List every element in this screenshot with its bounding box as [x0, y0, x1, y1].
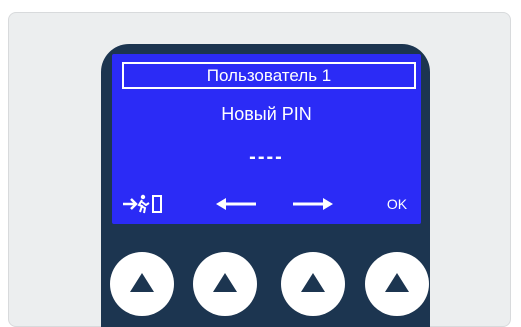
softkey-button-4[interactable]: [365, 252, 429, 316]
triangle-up-icon: [213, 272, 237, 292]
user-label: Пользователь 1: [122, 62, 416, 89]
triangle-up-icon: [130, 272, 154, 292]
arrow-right-icon: [283, 192, 343, 216]
softkey-button-2[interactable]: [193, 252, 257, 316]
screen-title: Новый PIN: [221, 104, 312, 124]
pin-entry-field: ----: [249, 146, 284, 168]
softkey-button-1[interactable]: [110, 252, 174, 316]
arrow-left-icon: [206, 192, 266, 216]
triangle-up-icon: [301, 272, 325, 292]
triangle-up-icon: [385, 272, 409, 292]
ok-label: OK: [386, 196, 408, 212]
exit-icon: [120, 192, 168, 216]
softkey-button-3[interactable]: [281, 252, 345, 316]
